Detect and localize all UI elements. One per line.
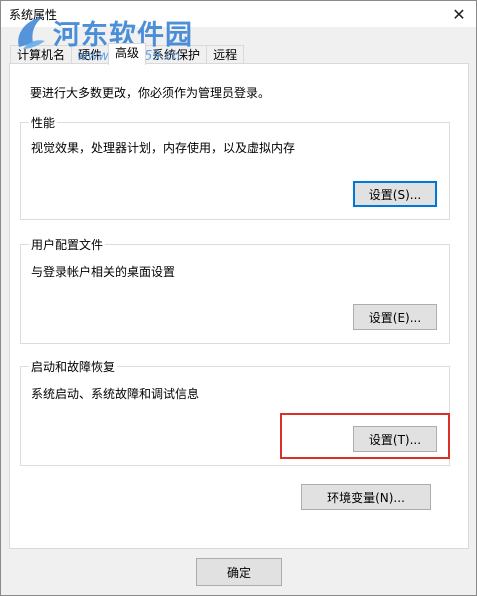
tab-system-protection[interactable]: 系统保护 bbox=[145, 45, 208, 65]
window-title: 系统属性 bbox=[9, 8, 58, 22]
startup-recovery-description: 系统启动、系统故障和调试信息 bbox=[31, 387, 200, 401]
close-icon: ✕ bbox=[452, 4, 466, 24]
title-bar[interactable]: 系统属性 ✕ bbox=[1, 1, 476, 27]
performance-description: 视觉效果，处理器计划，内存使用，以及虚拟内存 bbox=[31, 141, 296, 155]
close-button[interactable]: ✕ bbox=[442, 1, 476, 27]
performance-legend: 性能 bbox=[29, 114, 58, 131]
advanced-tab-panel: 要进行大多数更改，你必须作为管理员登录。 性能 视觉效果，处理器计划，内存使用，… bbox=[9, 63, 469, 549]
user-profiles-group: 用户配置文件 与登录帐户相关的桌面设置 设置(E)... bbox=[20, 236, 450, 344]
system-properties-window: 系统属性 ✕ 计算机名 硬件 高级 系统保护 远程 要进行大多数更改，你必须作为… bbox=[0, 0, 477, 596]
user-profiles-settings-button[interactable]: 设置(E)... bbox=[353, 304, 437, 330]
red-highlight-box bbox=[280, 413, 450, 459]
performance-group: 性能 视觉效果，处理器计划，内存使用，以及虚拟内存 设置(S)... bbox=[20, 114, 450, 220]
user-profiles-legend: 用户配置文件 bbox=[29, 236, 106, 253]
environment-variables-button[interactable]: 环境变量(N)... bbox=[301, 484, 431, 510]
tab-computer-name[interactable]: 计算机名 bbox=[10, 45, 73, 65]
tab-remote[interactable]: 远程 bbox=[206, 45, 245, 65]
user-profiles-description: 与登录帐户相关的桌面设置 bbox=[31, 265, 176, 279]
tab-advanced[interactable]: 高级 bbox=[108, 43, 147, 65]
tab-hardware[interactable]: 硬件 bbox=[71, 45, 110, 65]
performance-settings-button[interactable]: 设置(S)... bbox=[353, 181, 437, 207]
admin-note: 要进行大多数更改，你必须作为管理员登录。 bbox=[30, 86, 271, 100]
tab-strip: 计算机名 硬件 高级 系统保护 远程 bbox=[10, 43, 245, 65]
startup-recovery-legend: 启动和故障恢复 bbox=[29, 358, 118, 375]
ok-button[interactable]: 确定 bbox=[196, 558, 282, 586]
